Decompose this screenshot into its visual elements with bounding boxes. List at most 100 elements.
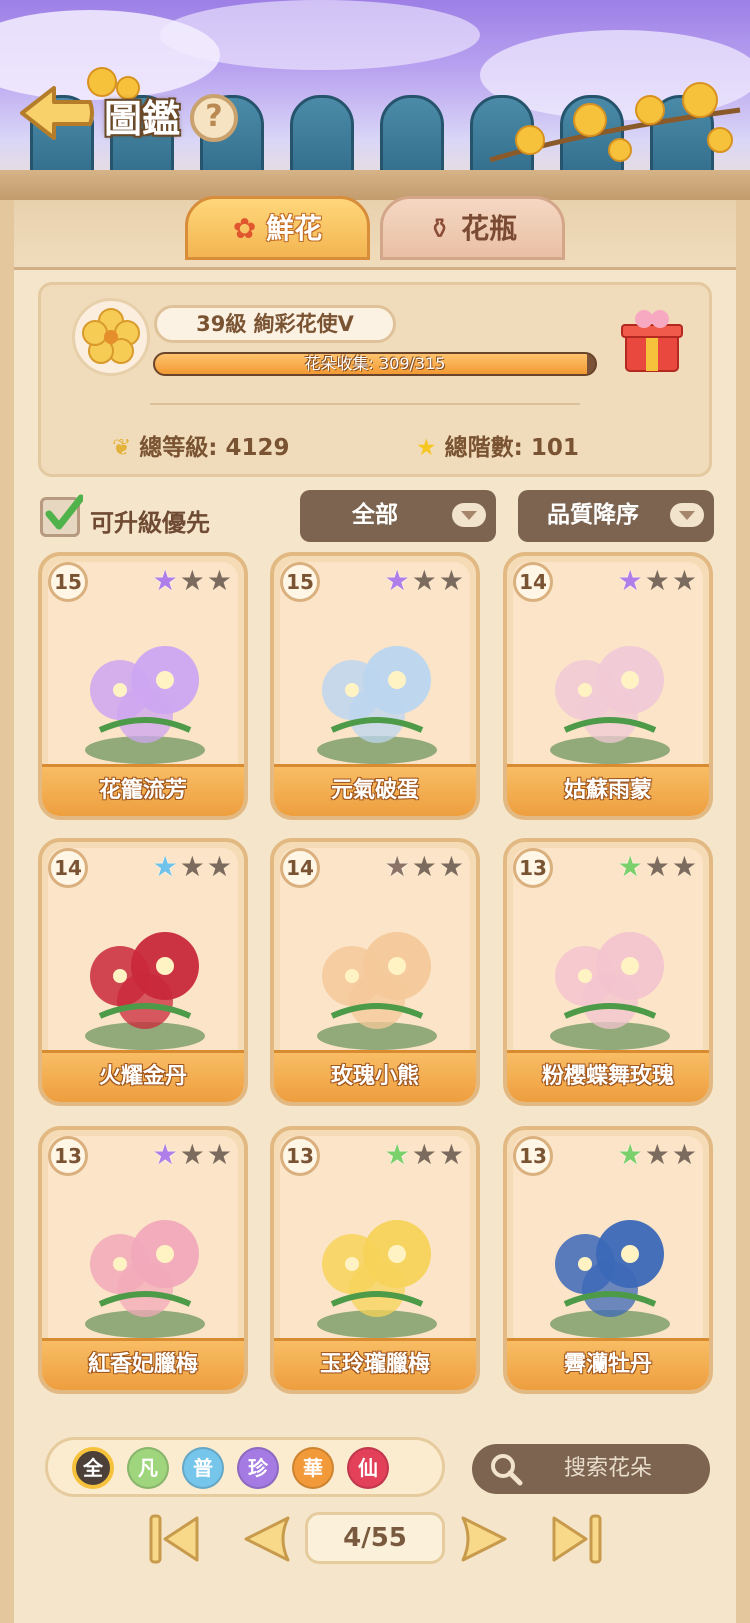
empty-star-icon: ★ bbox=[644, 850, 672, 883]
flower-illustration bbox=[85, 932, 205, 1050]
card-stars: ★★★ bbox=[618, 566, 699, 596]
category-dropdown-value: 全部 bbox=[352, 502, 398, 528]
card-level-badge: 14 bbox=[513, 562, 553, 602]
empty-star-icon: ★ bbox=[671, 564, 699, 597]
first-page-icon bbox=[149, 1514, 199, 1564]
quality-star-icon: ★ bbox=[617, 564, 645, 597]
collection-progress-bar: 花朵收集: 309/315 bbox=[153, 352, 597, 376]
search-field[interactable]: 搜索花朵 bbox=[472, 1444, 710, 1494]
card-level-badge: 13 bbox=[48, 1136, 88, 1176]
next-page-icon bbox=[461, 1516, 507, 1562]
quality-star-icon: ★ bbox=[617, 1138, 645, 1171]
card-stars: ★★★ bbox=[153, 1140, 234, 1170]
empty-star-icon: ★ bbox=[644, 1138, 672, 1171]
back-arrow-icon bbox=[20, 86, 94, 140]
empty-star-icon: ★ bbox=[438, 850, 466, 883]
gift-icon bbox=[621, 310, 683, 372]
flower-illustration bbox=[317, 1220, 437, 1338]
flower-illustration bbox=[317, 646, 437, 764]
quality-star-icon: ★ bbox=[384, 850, 412, 883]
total-level-text: 總等級: 4129 bbox=[139, 435, 290, 461]
empty-star-icon: ★ bbox=[671, 850, 699, 883]
quality-chip[interactable]: 華 bbox=[292, 1447, 334, 1489]
blossom-branch-decoration bbox=[489, 82, 741, 163]
gift-box-button[interactable] bbox=[620, 305, 684, 375]
quality-chip[interactable]: 全 bbox=[72, 1447, 114, 1489]
collection-progress-text: 花朵收集: 309/315 bbox=[304, 354, 446, 373]
collector-rank: 39級 絢彩花使Ⅴ bbox=[154, 305, 396, 343]
tab-vases[interactable]: ⚱ 花瓶 bbox=[380, 196, 565, 260]
flower-card[interactable]: 13 ★★★ 紅香妃臘梅 bbox=[38, 1126, 248, 1394]
flower-card[interactable]: 14 ★★★ 姑蘇雨蒙 bbox=[503, 552, 713, 820]
sort-dropdown[interactable]: 品質降序 bbox=[518, 490, 714, 542]
tab-rail bbox=[14, 200, 736, 270]
flower-emblem-icon bbox=[72, 298, 150, 376]
empty-star-icon: ★ bbox=[179, 1138, 207, 1171]
card-level-badge: 14 bbox=[280, 848, 320, 888]
category-dropdown[interactable]: 全部 bbox=[300, 490, 496, 542]
card-level-badge: 15 bbox=[48, 562, 88, 602]
flower-card[interactable]: 15 ★★★ 元氣破蛋 bbox=[270, 552, 480, 820]
quality-chip[interactable]: 珍 bbox=[237, 1447, 279, 1489]
flower-card[interactable]: 13 ★★★ 粉櫻蝶舞玫瑰 bbox=[503, 838, 713, 1106]
card-flower-name: 紅香妃臘梅 bbox=[42, 1338, 244, 1390]
quality-chip[interactable]: 仙 bbox=[347, 1447, 389, 1489]
vase-icon: ⚱ bbox=[427, 212, 452, 245]
page-title: 圖鑑 bbox=[104, 97, 181, 141]
empty-star-icon: ★ bbox=[206, 850, 234, 883]
quality-star-icon: ★ bbox=[152, 564, 180, 597]
total-level-stat: ❦ 總等級: 4129 bbox=[112, 428, 290, 462]
flower-card[interactable]: 13 ★★★ 玉玲瓏臘梅 bbox=[270, 1126, 480, 1394]
quality-chip[interactable]: 普 bbox=[182, 1447, 224, 1489]
empty-star-icon: ★ bbox=[206, 564, 234, 597]
flower-illustration bbox=[85, 1220, 205, 1338]
tab-fresh-label: 鮮花 bbox=[266, 212, 323, 245]
card-flower-name: 花籠流芳 bbox=[42, 764, 244, 816]
empty-star-icon: ★ bbox=[438, 564, 466, 597]
last-page-button[interactable] bbox=[546, 1512, 606, 1566]
previous-page-button[interactable] bbox=[236, 1512, 296, 1566]
quality-chip[interactable]: 凡 bbox=[127, 1447, 169, 1489]
card-stars: ★★★ bbox=[618, 1140, 699, 1170]
card-stars: ★★★ bbox=[153, 566, 234, 596]
search-icon bbox=[491, 1454, 523, 1486]
flower-illustration bbox=[85, 646, 205, 764]
total-rank-text: 總階數: 101 bbox=[444, 435, 579, 461]
chevron-down-icon bbox=[670, 503, 704, 527]
card-stars: ★★★ bbox=[153, 852, 234, 882]
flower-illustration bbox=[550, 646, 670, 764]
back-button[interactable] bbox=[18, 82, 96, 144]
quality-star-icon: ★ bbox=[384, 1138, 412, 1171]
card-level-badge: 13 bbox=[513, 848, 553, 888]
previous-page-icon bbox=[244, 1516, 290, 1562]
upgrade-priority-label: 可升級優先 bbox=[90, 509, 210, 537]
panel-divider bbox=[150, 403, 580, 405]
tab-vase-label: 花瓶 bbox=[461, 212, 518, 245]
flower-card[interactable]: 15 ★★★ 花籠流芳 bbox=[38, 552, 248, 820]
card-flower-name: 元氣破蛋 bbox=[274, 764, 476, 816]
first-page-button[interactable] bbox=[145, 1512, 205, 1566]
quality-star-icon: ★ bbox=[152, 1138, 180, 1171]
empty-star-icon: ★ bbox=[179, 564, 207, 597]
next-page-button[interactable] bbox=[455, 1512, 515, 1566]
empty-star-icon: ★ bbox=[438, 1138, 466, 1171]
flower-card[interactable]: 13 ★★★ 霽灡牡丹 bbox=[503, 1126, 713, 1394]
flower-card[interactable]: 14 ★★★ 玫瑰小熊 bbox=[270, 838, 480, 1106]
card-flower-name: 霽灡牡丹 bbox=[507, 1338, 709, 1390]
rose-icon: ✿ bbox=[232, 212, 257, 245]
flower-illustration bbox=[317, 932, 437, 1050]
flower-card[interactable]: 14 ★★★ 火耀金丹 bbox=[38, 838, 248, 1106]
card-flower-name: 姑蘇雨蒙 bbox=[507, 764, 709, 816]
sprout-icon: ❦ bbox=[112, 435, 132, 461]
tab-fresh-flowers[interactable]: ✿ 鮮花 bbox=[185, 196, 370, 260]
card-flower-name: 粉櫻蝶舞玫瑰 bbox=[507, 1050, 709, 1102]
last-page-icon bbox=[552, 1514, 602, 1564]
flower-illustration bbox=[550, 1220, 670, 1338]
empty-star-icon: ★ bbox=[411, 850, 439, 883]
card-stars: ★★★ bbox=[618, 852, 699, 882]
upgrade-priority-checkbox[interactable] bbox=[40, 494, 83, 537]
empty-star-icon: ★ bbox=[179, 850, 207, 883]
sort-dropdown-value: 品質降序 bbox=[547, 502, 639, 528]
checkmark-icon bbox=[45, 494, 83, 530]
help-button[interactable]: ? bbox=[190, 94, 238, 142]
